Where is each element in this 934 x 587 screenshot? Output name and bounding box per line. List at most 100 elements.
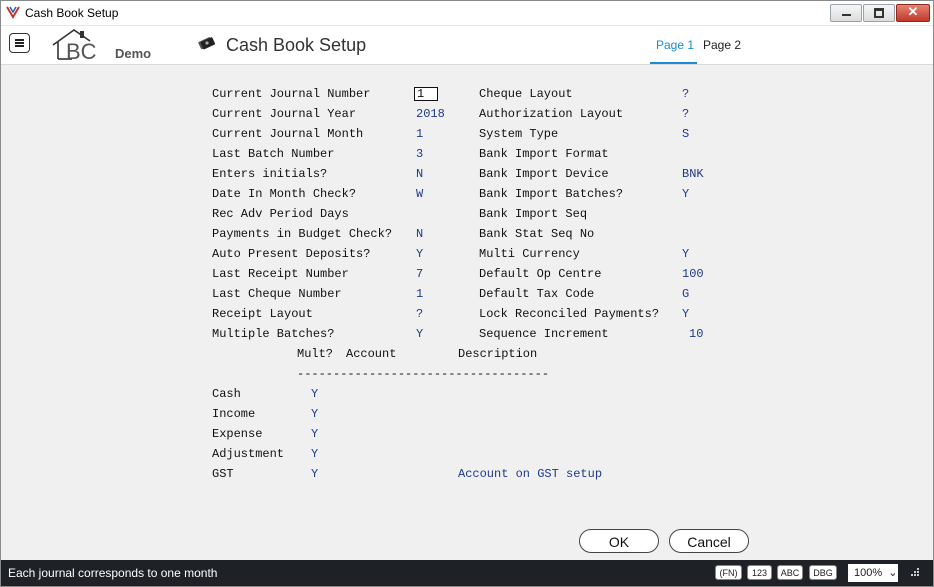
numeric-badge[interactable]: 123 (747, 565, 772, 580)
app-logo-icon (6, 6, 20, 19)
menu-button[interactable] (9, 33, 30, 53)
tab-page-2[interactable]: Page 2 (703, 38, 741, 52)
field-value-bank-import-batches[interactable]: Y (682, 187, 689, 201)
account-row-cash-label: Cash (212, 387, 241, 401)
page-title: Cash Book Setup (226, 35, 367, 55)
status-bar: Each journal corresponds to one month (F… (1, 560, 933, 586)
field-label-bank-import-device: Bank Import Device (479, 167, 609, 181)
field-label-last-receipt-number: Last Receipt Number (212, 267, 349, 281)
field-label-cheque-layout: Cheque Layout (479, 87, 573, 101)
close-button[interactable]: ✕ (896, 4, 930, 22)
field-label-current-journal-month: Current Journal Month (212, 127, 364, 141)
menu-icon (15, 39, 24, 41)
minimize-icon (842, 14, 851, 16)
active-tab-indicator (650, 62, 697, 64)
zoom-value: 100% (854, 567, 883, 579)
account-row-income-mult[interactable]: Y (311, 407, 318, 421)
field-label-bank-import-format: Bank Import Format (479, 147, 609, 161)
title-bar: Cash Book Setup ✕ (1, 1, 933, 26)
field-value-enters-initials[interactable]: N (416, 167, 423, 181)
field-value-multi-currency[interactable]: Y (682, 247, 689, 261)
field-label-default-op-centre: Default Op Centre (479, 267, 602, 281)
field-label-enters-initials: Enters initials? (212, 167, 328, 181)
field-label-multi-currency: Multi Currency (479, 247, 580, 261)
field-label-bank-import-batches: Bank Import Batches? (479, 187, 624, 201)
zoom-select[interactable]: 100% ⌄ (848, 564, 898, 582)
field-value-payments-in-budget-check[interactable]: N (416, 227, 423, 241)
cancel-button[interactable]: Cancel (669, 529, 749, 553)
current-journal-number-input[interactable]: 1 (414, 87, 438, 101)
field-label-auto-present-deposits: Auto Present Deposits? (212, 247, 371, 261)
field-value-receipt-layout[interactable]: ? (416, 307, 423, 321)
minimize-button[interactable] (830, 4, 862, 22)
account-row-gst-mult[interactable]: Y (311, 467, 318, 481)
field-value-multiple-batches[interactable]: Y (416, 327, 423, 341)
menu-icon-bar (15, 42, 24, 44)
logo-demo-label: Demo (115, 46, 152, 61)
field-value-current-journal-year[interactable]: 2018 (416, 107, 445, 121)
logo-house-icon: BC (52, 29, 97, 63)
table-separator: ----------------------------------- (297, 367, 550, 381)
field-label-sequence-increment: Sequence Increment (479, 327, 609, 341)
column-header-account: Account (346, 347, 397, 361)
close-icon: ✕ (907, 4, 919, 19)
field-value-lock-reconciled-payments[interactable]: Y (682, 307, 689, 321)
field-value-sequence-increment[interactable]: 10 (689, 327, 703, 341)
logo-text: BC (66, 39, 97, 63)
field-label-current-journal-year: Current Journal Year (212, 107, 357, 121)
field-label-current-journal-number: Current Journal Number (212, 87, 371, 101)
field-label-multiple-batches: Multiple Batches? (212, 327, 335, 341)
menu-icon-bar (15, 45, 24, 47)
field-value-auto-present-deposits[interactable]: Y (416, 247, 423, 261)
account-row-cash-mult[interactable]: Y (311, 387, 318, 401)
page-header: BC Demo Cash Book Setup Page 1 Page 2 (1, 26, 933, 65)
account-row-expense-mult[interactable]: Y (311, 427, 318, 441)
status-message: Each journal corresponds to one month (8, 566, 218, 580)
field-value-default-tax-code[interactable]: G (682, 287, 689, 301)
field-label-payments-in-budget-check: Payments in Budget Check? (212, 227, 393, 241)
maximize-button[interactable] (863, 4, 895, 22)
window-title: Cash Book Setup (25, 6, 119, 20)
field-value-bank-import-device[interactable]: BNK (682, 167, 704, 181)
account-row-expense-label: Expense (212, 427, 263, 441)
field-label-last-cheque-number: Last Cheque Number (212, 287, 342, 301)
cash-book-icon (198, 37, 215, 50)
tab-page-1[interactable]: Page 1 (656, 38, 694, 52)
account-row-adjustment-mult[interactable]: Y (311, 447, 318, 461)
field-value-default-op-centre[interactable]: 100 (682, 267, 704, 281)
field-label-last-batch-number: Last Batch Number (212, 147, 335, 161)
field-value-last-receipt-number[interactable]: 7 (416, 267, 423, 281)
field-value-current-journal-month[interactable]: 1 (416, 127, 423, 141)
field-value-last-cheque-number[interactable]: 1 (416, 287, 423, 301)
current-journal-number-value: 1 (417, 87, 425, 101)
account-row-gst-description: Account on GST setup (458, 467, 603, 481)
debug-badge[interactable]: DBG (809, 565, 837, 580)
field-value-authorization-layout[interactable]: ? (682, 107, 689, 121)
field-value-date-in-month-check[interactable]: W (416, 187, 423, 201)
account-row-income-label: Income (212, 407, 256, 421)
account-row-adjustment-label: Adjustment (212, 447, 285, 461)
abc-badge[interactable]: ABC (777, 565, 803, 580)
field-label-bank-stat-seq-no: Bank Stat Seq No (479, 227, 595, 241)
field-value-last-batch-number[interactable]: 3 (416, 147, 423, 161)
field-label-lock-reconciled-payments: Lock Reconciled Payments? (479, 307, 660, 321)
field-value-system-type[interactable]: S (682, 127, 689, 141)
account-row-gst-label: GST (212, 467, 234, 481)
column-header-mult: Mult? (297, 347, 334, 361)
field-label-system-type: System Type (479, 127, 559, 141)
fn-badge[interactable]: (FN) (715, 565, 742, 580)
maximize-icon (874, 8, 884, 18)
form-area: Current Journal Number 1 Current Journal… (1, 65, 933, 560)
field-label-authorization-layout: Authorization Layout (479, 107, 624, 121)
field-value-cheque-layout[interactable]: ? (682, 87, 689, 101)
app-window: Cash Book Setup ✕ BC Demo Cash Book Setu… (0, 0, 934, 587)
chevron-down-icon: ⌄ (888, 567, 898, 579)
field-label-receipt-layout: Receipt Layout (212, 307, 313, 321)
ok-button[interactable]: OK (579, 529, 659, 553)
field-label-rec-adv-period-days: Rec Adv Period Days (212, 207, 349, 221)
field-label-default-tax-code: Default Tax Code (479, 287, 595, 301)
field-label-bank-import-seq: Bank Import Seq (479, 207, 588, 221)
resize-grip-icon[interactable] (911, 568, 921, 578)
column-header-description: Description (458, 347, 538, 361)
field-label-date-in-month-check: Date In Month Check? (212, 187, 357, 201)
